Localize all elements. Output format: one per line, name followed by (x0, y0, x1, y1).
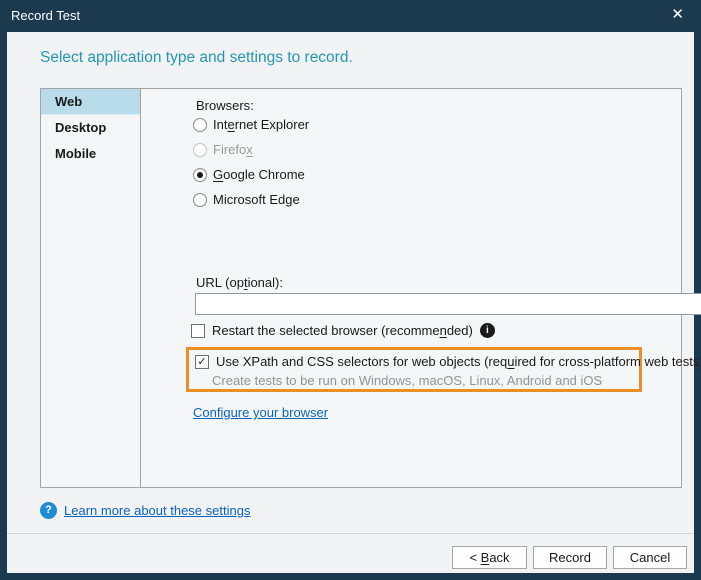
app-type-tabs: Web Desktop Mobile (41, 89, 141, 487)
record-test-dialog: Record Test ✕ Select application type an… (0, 0, 701, 580)
radio-label: Internet Explorer (213, 117, 309, 132)
help-icon[interactable]: ? (40, 502, 57, 519)
xpath-selectors-checkbox-row[interactable]: ✓ Use XPath and CSS selectors for web ob… (195, 354, 701, 369)
cancel-button[interactable]: Cancel (613, 546, 687, 569)
dialog-body: Select application type and settings to … (7, 32, 694, 573)
learn-more-link[interactable]: Learn more about these settings (64, 503, 250, 518)
xpath-subtext: Create tests to be run on Windows, macOS… (212, 373, 602, 388)
window-title: Record Test (11, 0, 80, 32)
radio-label: Firefox (213, 142, 253, 157)
tab-mobile[interactable]: Mobile (41, 141, 140, 167)
radio-google-chrome[interactable]: Google Chrome (193, 167, 305, 182)
tab-desktop[interactable]: Desktop (41, 115, 140, 141)
titlebar: Record Test ✕ (0, 0, 701, 32)
close-icon[interactable]: ✕ (667, 0, 688, 30)
restart-browser-checkbox-row[interactable]: Restart the selected browser (recommende… (191, 323, 495, 338)
checkbox-label: Use XPath and CSS selectors for web obje… (216, 354, 701, 369)
url-label: URL (optional): (196, 275, 283, 290)
record-button[interactable]: Record (533, 546, 607, 569)
radio-icon[interactable] (193, 168, 207, 182)
radio-label: Microsoft Edge (213, 192, 300, 207)
browsers-label: Browsers: (196, 98, 254, 113)
xpath-highlight-box: ✓ Use XPath and CSS selectors for web ob… (186, 347, 642, 392)
radio-icon (193, 143, 207, 157)
info-icon: i (480, 323, 495, 338)
radio-firefox: Firefox (193, 142, 253, 157)
radio-internet-explorer[interactable]: Internet Explorer (193, 117, 309, 132)
radio-microsoft-edge[interactable]: Microsoft Edge (193, 192, 300, 207)
checkbox-checked-icon[interactable]: ✓ (195, 355, 209, 369)
checkbox-unchecked-icon[interactable] (191, 324, 205, 338)
radio-icon[interactable] (193, 193, 207, 207)
radio-label: Google Chrome (213, 167, 305, 182)
web-settings-content: Browsers: Internet Explorer Firefox Goog… (142, 89, 681, 487)
footer-divider (7, 533, 694, 534)
settings-panel: Web Desktop Mobile Browsers: Internet Ex… (40, 88, 682, 488)
checkbox-label: Restart the selected browser (recommende… (212, 323, 473, 338)
url-input[interactable] (195, 293, 701, 315)
radio-icon[interactable] (193, 118, 207, 132)
configure-browser-link[interactable]: Configure your browser (193, 405, 328, 420)
back-button[interactable]: < Back (452, 546, 527, 569)
tab-web[interactable]: Web (41, 89, 140, 115)
page-title: Select application type and settings to … (40, 49, 353, 67)
learn-more-row: ? Learn more about these settings (40, 502, 250, 519)
